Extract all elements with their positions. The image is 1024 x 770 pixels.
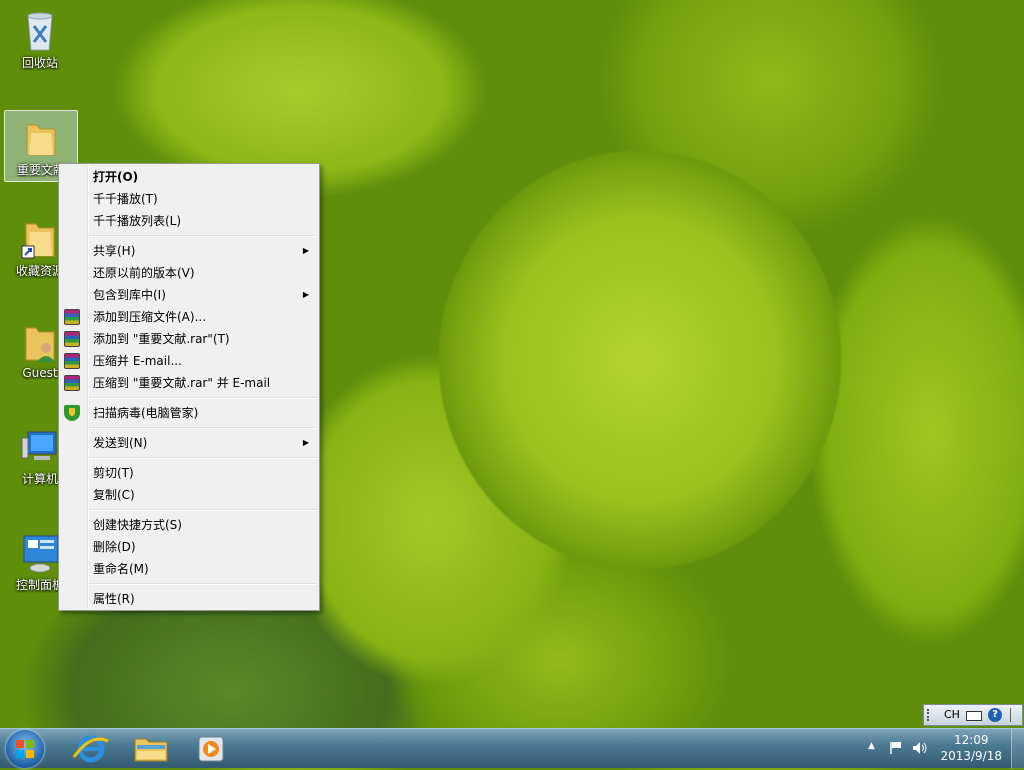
language-bar[interactable]: CH ? (923, 704, 1023, 726)
control-panel-icon (20, 530, 60, 574)
submenu-arrow-icon: ▶ (302, 246, 309, 255)
folder-shortcut-icon (20, 216, 60, 260)
menu-item-label: 千千播放列表(L) (93, 214, 182, 228)
help-icon[interactable]: ? (988, 708, 1002, 722)
start-button[interactable] (6, 730, 44, 768)
shield-icon (64, 405, 80, 421)
menu-item-label: 复制(C) (93, 488, 135, 502)
menu-item-ttplayer-playlist[interactable]: 千千播放列表(L) (59, 210, 319, 232)
internet-explorer-icon (72, 735, 109, 763)
menu-item-send-to[interactable]: 发送到(N) ▶ (59, 432, 319, 454)
computer-icon (20, 424, 60, 468)
menu-item-label: 创建快捷方式(S) (93, 518, 182, 532)
menu-item-label: 删除(D) (93, 540, 136, 554)
windows-logo-icon (16, 740, 34, 758)
volume-icon[interactable] (912, 741, 928, 758)
desktop-icon-recycle-bin[interactable]: 回收站 (4, 4, 76, 71)
taskbar-media-player-button[interactable] (186, 731, 236, 767)
menu-item-restore-previous[interactable]: 还原以前的版本(V) (59, 262, 319, 284)
menu-item-label: 千千播放(T) (93, 192, 158, 206)
show-desktop-button[interactable] (1011, 729, 1024, 769)
system-tray: ▲ 12:09 2013/9/18 (864, 729, 1024, 769)
menu-item-label: 打开(O) (93, 170, 139, 184)
menu-item-label: 压缩到 "重要文献.rar" 并 E-mail (93, 376, 271, 390)
menu-item-label: 共享(H) (93, 244, 136, 258)
menu-separator (89, 509, 317, 511)
winrar-icon (64, 375, 80, 391)
menu-item-scan-virus[interactable]: 扫描病毒(电脑管家) (59, 402, 319, 424)
winrar-icon (64, 353, 80, 369)
menu-item-label: 压缩并 E-mail... (93, 354, 182, 368)
menu-item-delete[interactable]: 删除(D) (59, 536, 319, 558)
menu-item-label: 属性(R) (93, 592, 135, 606)
menu-item-label: 重命名(M) (93, 562, 149, 576)
menu-item-compress-email[interactable]: 压缩并 E-mail... (59, 350, 319, 372)
action-center-flag-icon[interactable] (890, 741, 902, 754)
menu-item-properties[interactable]: 属性(R) (59, 588, 319, 610)
menu-item-include-in-library[interactable]: 包含到库中(I) ▶ (59, 284, 319, 306)
menu-item-label: 添加到压缩文件(A)... (93, 310, 207, 324)
taskbar: ▲ 12:09 2013/9/18 (0, 728, 1024, 769)
menu-separator (89, 427, 317, 429)
clock-time: 12:09 (953, 733, 989, 747)
menu-separator (89, 583, 317, 585)
keyboard-icon[interactable] (966, 711, 982, 721)
clock-date: 2013/9/18 (940, 749, 1002, 763)
menu-item-label: 添加到 "重要文献.rar"(T) (93, 332, 230, 346)
menu-item-rename[interactable]: 重命名(M) (59, 558, 319, 580)
menu-item-cut[interactable]: 剪切(T) (59, 462, 319, 484)
langbar-lang[interactable]: CH (944, 705, 960, 725)
folder-icon (21, 115, 61, 159)
icon-label: 回收站 (21, 56, 58, 70)
langbar-options-icon[interactable] (1010, 708, 1019, 722)
langbar-grip-icon (927, 709, 933, 721)
menu-item-compress-rar-email[interactable]: 压缩到 "重要文献.rar" 并 E-mail (59, 372, 319, 394)
menu-item-label: 包含到库中(I) (93, 288, 166, 302)
menu-item-add-to-archive[interactable]: 添加到压缩文件(A)... (59, 306, 319, 328)
menu-separator (89, 397, 317, 399)
winrar-icon (64, 331, 80, 347)
taskbar-explorer-button[interactable] (126, 731, 176, 767)
menu-item-add-to-rar[interactable]: 添加到 "重要文献.rar"(T) (59, 328, 319, 350)
menu-item-label: 扫描病毒(电脑管家) (93, 406, 199, 420)
submenu-arrow-icon: ▶ (302, 438, 309, 447)
user-folder-icon (20, 320, 60, 364)
menu-separator (89, 235, 317, 237)
submenu-arrow-icon: ▶ (302, 290, 309, 299)
menu-item-label: 剪切(T) (93, 466, 134, 480)
menu-item-open[interactable]: 打开(O) (59, 166, 319, 188)
file-explorer-icon (134, 738, 168, 762)
menu-separator (89, 457, 317, 459)
clock[interactable]: 12:09 2013/9/18 (940, 732, 1002, 764)
recycle-bin-icon (20, 8, 60, 52)
menu-item-copy[interactable]: 复制(C) (59, 484, 319, 506)
menu-item-label: 发送到(N) (93, 436, 148, 450)
menu-item-create-shortcut[interactable]: 创建快捷方式(S) (59, 514, 319, 536)
media-player-icon (198, 736, 224, 762)
context-menu: 打开(O) 千千播放(T) 千千播放列表(L) 共享(H) ▶ 还原以前的版本(V… (58, 163, 320, 611)
taskbar-ie-button[interactable] (66, 731, 116, 767)
show-hidden-icons-button[interactable]: ▲ (868, 741, 875, 751)
winrar-icon (64, 309, 80, 325)
menu-item-ttplayer-play[interactable]: 千千播放(T) (59, 188, 319, 210)
menu-item-share[interactable]: 共享(H) ▶ (59, 240, 319, 262)
menu-item-label: 还原以前的版本(V) (93, 266, 195, 280)
